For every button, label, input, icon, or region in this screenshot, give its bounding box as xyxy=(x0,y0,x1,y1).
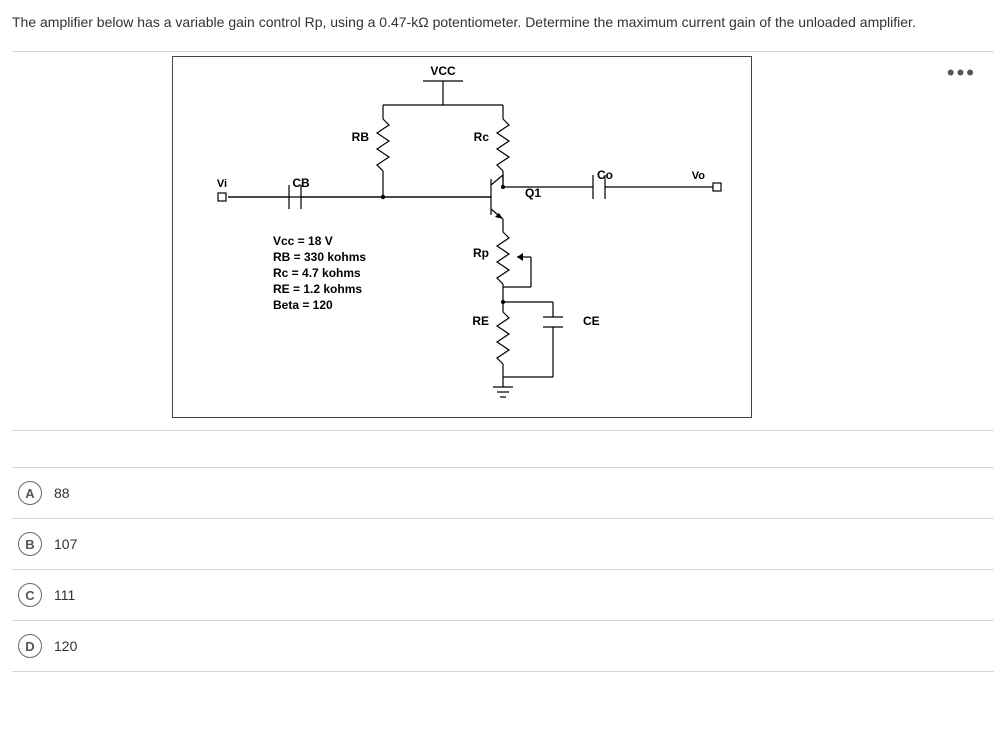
more-options-icon[interactable]: ••• xyxy=(947,60,976,86)
svg-text:Rc = 4.7 kohms: Rc = 4.7 kohms xyxy=(273,266,361,280)
option-letter: B xyxy=(18,532,42,556)
svg-text:Q1: Q1 xyxy=(525,186,541,200)
svg-text:RB = 330 kohms: RB = 330 kohms xyxy=(273,250,366,264)
option-d[interactable]: D 120 xyxy=(12,620,994,672)
option-text: 88 xyxy=(54,485,70,501)
option-letter: A xyxy=(18,481,42,505)
svg-text:Rp: Rp xyxy=(473,246,489,260)
option-text: 120 xyxy=(54,638,77,654)
option-letter: C xyxy=(18,583,42,607)
option-b[interactable]: B 107 xyxy=(12,518,994,569)
svg-text:VCC: VCC xyxy=(430,64,456,78)
option-text: 111 xyxy=(54,587,75,603)
diagram-row: ••• VCC RB Rc Vi CB xyxy=(12,51,994,431)
option-a[interactable]: A 88 xyxy=(12,467,994,518)
svg-text:Beta = 120: Beta = 120 xyxy=(273,298,333,312)
svg-text:CE: CE xyxy=(583,314,600,328)
svg-text:Vcc = 18 V: Vcc = 18 V xyxy=(273,234,333,248)
svg-text:RB: RB xyxy=(352,130,370,144)
option-letter: D xyxy=(18,634,42,658)
svg-text:Rc: Rc xyxy=(474,130,490,144)
option-c[interactable]: C 111 xyxy=(12,569,994,620)
svg-text:RE = 1.2 kohms: RE = 1.2 kohms xyxy=(273,282,362,296)
svg-text:Vo: Vo xyxy=(692,170,706,182)
question-prompt: The amplifier below has a variable gain … xyxy=(12,12,994,33)
answer-options: A 88 B 107 C 111 D 120 xyxy=(12,467,994,672)
option-text: 107 xyxy=(54,536,77,552)
circuit-diagram: VCC RB Rc Vi CB xyxy=(172,56,752,418)
svg-text:Vi: Vi xyxy=(217,178,227,190)
svg-text:RE: RE xyxy=(472,314,489,328)
